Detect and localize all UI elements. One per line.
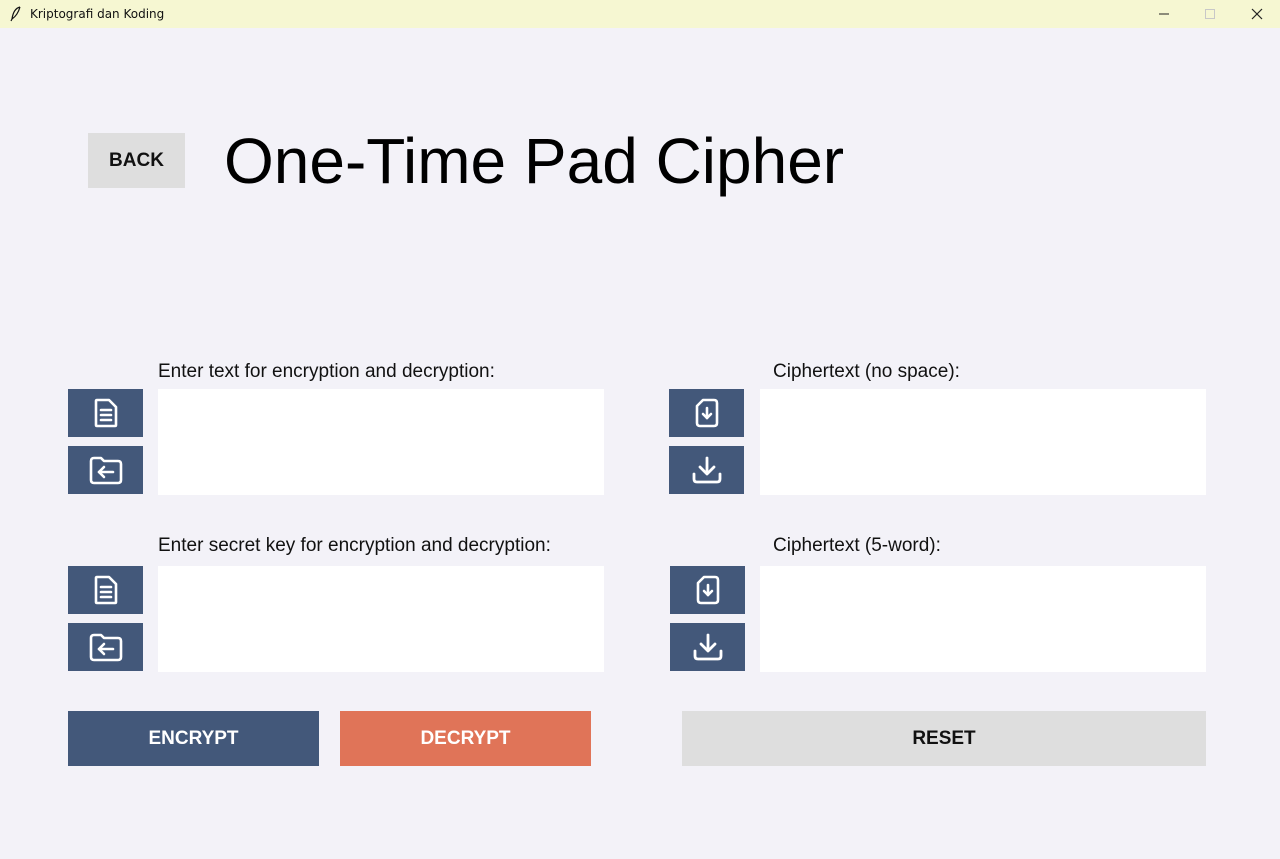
page-title: One-Time Pad Cipher [224, 125, 845, 197]
file-download-icon [696, 575, 719, 605]
open-text-file-button[interactable] [68, 446, 143, 494]
download-cipher-5word-button[interactable] [670, 623, 745, 671]
file-download-icon [695, 398, 718, 428]
download-cipher-nospace-button[interactable] [669, 446, 744, 494]
back-button[interactable]: BACK [88, 133, 185, 188]
title-bar: Kriptografi dan Koding [0, 0, 1280, 28]
maximize-button[interactable] [1187, 0, 1233, 28]
input-text-button[interactable] [68, 389, 143, 437]
maximize-icon [1205, 9, 1215, 19]
folder-open-icon [89, 633, 122, 662]
minimize-button[interactable] [1141, 0, 1187, 28]
main-content: BACK One-Time Pad Cipher Enter text for … [0, 28, 1280, 859]
close-button[interactable] [1234, 0, 1280, 28]
cipher-5word-output[interactable] [760, 566, 1206, 672]
cipher-5word-label: Ciphertext (5-word): [773, 535, 941, 556]
key-label: Enter secret key for encryption and decr… [158, 535, 551, 556]
input-key-button[interactable] [68, 566, 143, 614]
save-cipher-nospace-button[interactable] [669, 389, 744, 437]
cipher-nospace-output[interactable] [760, 389, 1206, 495]
download-icon [692, 456, 721, 484]
decrypt-button[interactable]: DECRYPT [340, 711, 591, 766]
minimize-icon [1159, 13, 1169, 15]
key-input[interactable] [158, 566, 604, 672]
window-title: Kriptografi dan Koding [30, 7, 165, 21]
reset-button[interactable]: RESET [682, 711, 1206, 766]
document-text-icon [94, 398, 117, 428]
download-icon [693, 633, 722, 661]
open-key-file-button[interactable] [68, 623, 143, 671]
document-text-icon [94, 575, 117, 605]
close-icon [1251, 8, 1263, 20]
feather-app-icon [10, 6, 21, 22]
encrypt-button[interactable]: ENCRYPT [68, 711, 319, 766]
save-cipher-5word-button[interactable] [670, 566, 745, 614]
cipher-nospace-label: Ciphertext (no space): [773, 361, 960, 382]
plaintext-input[interactable] [158, 389, 604, 495]
plaintext-label: Enter text for encryption and decryption… [158, 361, 495, 382]
folder-open-icon [89, 456, 122, 485]
